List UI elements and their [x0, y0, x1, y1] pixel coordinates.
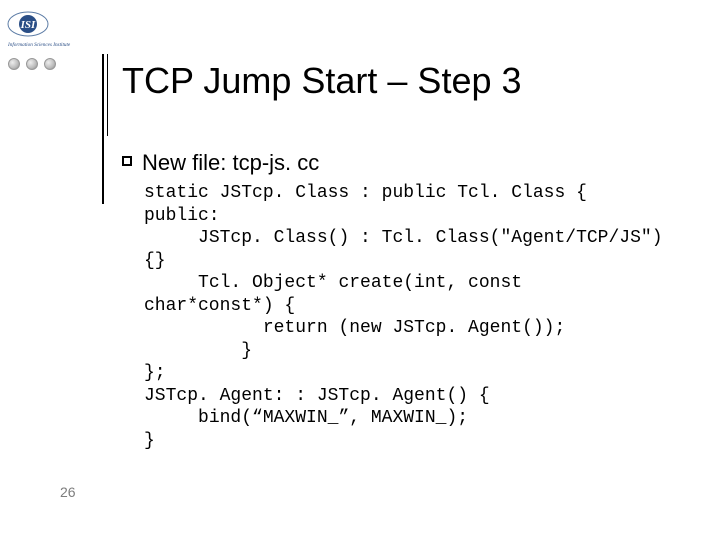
code-block: static JSTcp. Class : public Tcl. Class …: [144, 182, 680, 452]
decorative-dots: [8, 58, 56, 70]
square-bullet-icon: [122, 156, 132, 166]
logo-icon: ISI Information Sciences Institute: [6, 10, 78, 52]
bullet-item: New file: tcp-js. cc: [122, 150, 680, 176]
vertical-rule-outer: [102, 54, 104, 204]
page-number: 26: [60, 484, 76, 500]
dot-icon: [8, 58, 20, 70]
slide-title: TCP Jump Start – Step 3: [122, 60, 522, 102]
vertical-rule-inner: [107, 54, 108, 136]
isi-logo: ISI Information Sciences Institute: [6, 10, 78, 52]
bullet-text: New file: tcp-js. cc: [142, 150, 319, 176]
logo-text: ISI: [20, 19, 36, 31]
slide: ISI Information Sciences Institute TCP J…: [0, 0, 720, 540]
logo-subtitle: Information Sciences Institute: [7, 41, 71, 48]
dot-icon: [26, 58, 38, 70]
slide-body: New file: tcp-js. cc static JSTcp. Class…: [122, 150, 680, 452]
dot-icon: [44, 58, 56, 70]
